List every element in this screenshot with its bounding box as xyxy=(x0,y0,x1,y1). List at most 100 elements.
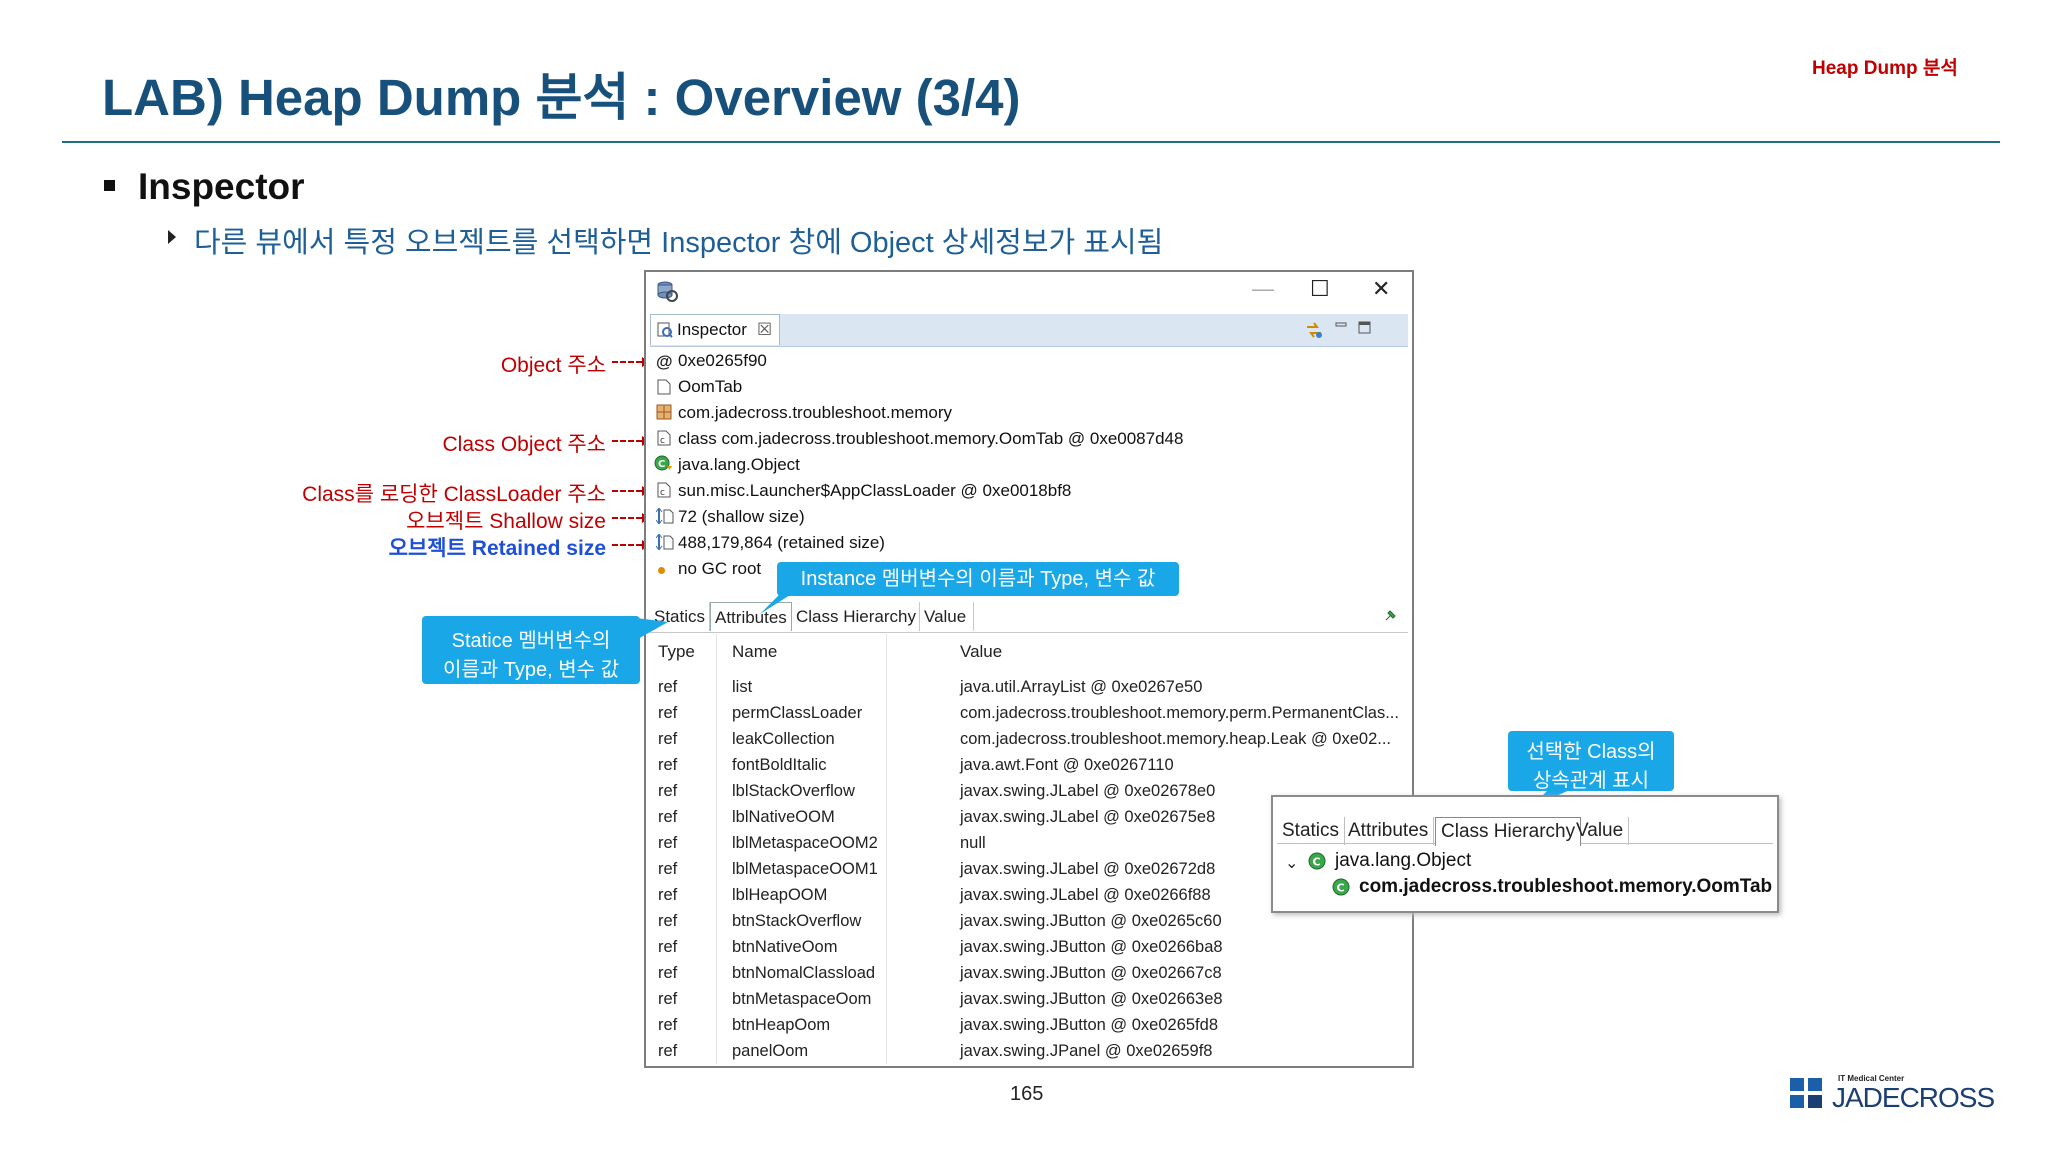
cell-value: javax.swing.JLabel @ 0xe02678e0 xyxy=(960,782,1216,800)
tab-value[interactable]: Value xyxy=(920,602,974,631)
cell-name: lblMetaspaceOOM1 xyxy=(732,860,878,878)
cell-type: ref xyxy=(658,834,678,852)
cell-name: btnMetaspaceOom xyxy=(732,990,872,1008)
svg-text:c: c xyxy=(660,488,665,498)
cell-type: ref xyxy=(658,912,678,930)
tab-inspector[interactable]: Inspector ☒ xyxy=(650,314,780,345)
cell-name: list xyxy=(732,678,753,696)
annotation-classloader-address: Class를 로딩한 ClassLoader 주소 xyxy=(302,483,606,506)
cell-name: btnNomalClassload xyxy=(732,964,876,982)
cell-type: ref xyxy=(658,1016,678,1034)
minimize-button[interactable]: — xyxy=(1252,276,1274,302)
svg-text:C: C xyxy=(1337,882,1345,895)
window-titlebar: — ☐ ✕ xyxy=(646,272,1412,312)
cell-type: ref xyxy=(658,756,678,774)
cell-value: javax.swing.JButton @ 0xe0266ba8 xyxy=(960,938,1223,956)
cell-name: lblMetaspaceOOM2 xyxy=(732,834,878,852)
cell-name: fontBoldItalic xyxy=(732,756,827,774)
pin-icon[interactable] xyxy=(1384,608,1398,627)
jadecross-logo-mark xyxy=(1790,1078,1822,1108)
maximize-button[interactable]: ☐ xyxy=(1310,276,1330,302)
ch-tab-attributes[interactable]: Attributes xyxy=(1343,817,1435,845)
column-header-value[interactable]: Value xyxy=(960,642,1002,662)
header-tag: Heap Dump 분석 xyxy=(1812,58,1958,79)
annotation-class-object-address: Class Object 주소 xyxy=(442,433,606,456)
cell-value: javax.swing.JButton @ 0xe0265c60 xyxy=(960,912,1222,930)
cell-type: ref xyxy=(658,886,678,904)
class-icon: C xyxy=(1331,877,1351,902)
cell-value: javax.swing.JLabel @ 0xe02675e8 xyxy=(960,808,1216,826)
cell-name: btnNativeOom xyxy=(732,938,838,956)
cell-type: ref xyxy=(658,1042,678,1060)
cell-type: ref xyxy=(658,808,678,826)
section-bullet xyxy=(104,180,115,191)
cell-value: javax.swing.JLabel @ 0xe0266f88 xyxy=(960,886,1211,904)
cell-type: ref xyxy=(658,938,678,956)
column-header-name[interactable]: Name xyxy=(732,642,777,662)
annotation-arrow-line xyxy=(612,517,642,519)
tab-class-hierarchy[interactable]: Class Hierarchy xyxy=(792,602,920,631)
ch-root-class[interactable]: java.lang.Object xyxy=(1335,850,1471,872)
size-icon xyxy=(655,533,674,555)
cell-value: com.jadecross.troubleshoot.memory.heap.L… xyxy=(960,730,1391,748)
superclass-icon: C xyxy=(654,455,674,478)
annotation-shallow-size: 오브젝트 Shallow size xyxy=(406,510,606,533)
cell-value: javax.swing.JButton @ 0xe0265fd8 xyxy=(960,1016,1218,1034)
close-button[interactable]: ✕ xyxy=(1372,276,1390,302)
cell-name: permClassLoader xyxy=(732,704,863,722)
document-icon xyxy=(657,379,671,400)
annotation-object-address: Object 주소 xyxy=(500,354,606,377)
header-divider xyxy=(62,141,2000,143)
cell-type: ref xyxy=(658,704,678,722)
size-icon xyxy=(655,507,674,529)
cell-name: panelOom xyxy=(732,1042,809,1060)
annotation-arrow-line xyxy=(612,361,642,363)
ch-tab-class-hierarchy[interactable]: Class Hierarchy xyxy=(1435,817,1582,846)
cell-name: btnHeapOom xyxy=(732,1016,831,1034)
inspector-window: — ☐ ✕ Inspector ☒ @ 0xe0265f90 OomTab co… xyxy=(644,270,1414,1068)
svg-text:c: c xyxy=(660,436,665,446)
cell-name: lblStackOverflow xyxy=(732,782,855,800)
cell-name: lblNativeOOM xyxy=(732,808,835,826)
view-minimize-icon[interactable] xyxy=(1334,318,1348,337)
cell-value: java.awt.Font @ 0xe0267110 xyxy=(960,756,1174,774)
class-file-icon: c xyxy=(656,430,672,451)
callout-statics-line1: Statice 멤버변수의 xyxy=(451,630,611,652)
sub-bullet-arrow-icon xyxy=(168,230,176,244)
class-hierarchy-panel: Statics Attributes Class Hierarchy Value… xyxy=(1271,795,1779,913)
inspector-icon xyxy=(657,322,673,343)
chevron-down-icon[interactable]: ⌄ xyxy=(1285,853,1298,873)
callout-statics: Statice 멤버변수의 이름과 Type, 변수 값 xyxy=(422,616,640,684)
sync-icon[interactable] xyxy=(1304,320,1324,345)
callout-instance: Instance 멤버변수의 이름과 Type, 변수 값 xyxy=(777,562,1179,596)
cell-type: ref xyxy=(658,860,678,878)
tab-inspector-label: Inspector xyxy=(677,320,747,339)
page-number: 165 xyxy=(1010,1083,1044,1105)
heap-dump-app-icon xyxy=(656,280,678,307)
callout-class-line1: 선택한 Class의 xyxy=(1526,741,1656,763)
svg-text:C: C xyxy=(1313,856,1321,869)
cell-name: btnStackOverflow xyxy=(732,912,862,930)
cell-type: ref xyxy=(658,964,678,982)
page-title: LAB) Heap Dump 분석 : Overview (3/4) xyxy=(102,69,1021,126)
cell-type: ref xyxy=(658,678,678,696)
cell-name: leakCollection xyxy=(732,730,835,748)
callout-class-hierarchy: 선택한 Class의 상속관계 표시 xyxy=(1508,731,1674,792)
logo-wordmark: JADECROSS xyxy=(1832,1082,1995,1113)
cell-value: javax.swing.JButton @ 0xe02663e8 xyxy=(960,990,1223,1008)
tab-close-icon[interactable]: ☒ xyxy=(757,320,772,340)
cell-value: java.util.ArrayList @ 0xe0267e50 xyxy=(960,678,1203,696)
ch-tab-value[interactable]: Value xyxy=(1571,817,1630,845)
callout-statics-line2: 이름과 Type, 변수 값 xyxy=(443,659,619,681)
svg-text:C: C xyxy=(658,459,665,470)
ch-child-class[interactable]: com.jadecross.troubleshoot.memory.OomTab xyxy=(1359,876,1772,898)
cell-type: ref xyxy=(658,730,678,748)
view-maximize-icon[interactable] xyxy=(1358,321,1372,340)
cell-type: ref xyxy=(658,990,678,1008)
cell-value: com.jadecross.troubleshoot.memory.perm.P… xyxy=(960,704,1399,722)
cell-value: javax.swing.JPanel @ 0xe02659f8 xyxy=(960,1042,1213,1060)
ch-tab-statics[interactable]: Statics xyxy=(1277,817,1346,845)
package-icon xyxy=(656,404,672,425)
gc-root-icon xyxy=(658,567,665,574)
callout-instance-pointer xyxy=(760,590,798,614)
